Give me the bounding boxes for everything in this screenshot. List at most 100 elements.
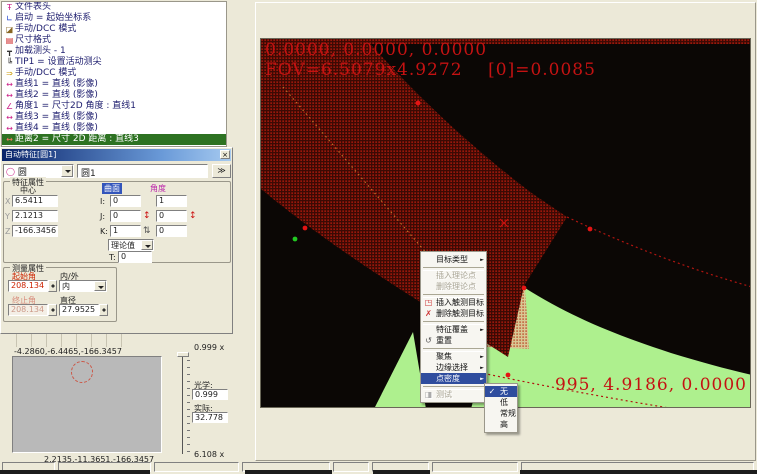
dialog-title[interactable]: 自动特征[圆1] [2,149,231,161]
inout-combo[interactable]: 内 [59,280,107,292]
j-field[interactable]: 0 [110,210,141,222]
dimension-tool-icon[interactable] [231,95,251,110]
end-angle-spinner[interactable] [48,304,57,316]
camera-tool-icon[interactable] [32,334,47,347]
start-angle-spinner[interactable] [48,280,57,292]
graphics-tool-icon[interactable] [427,421,444,439]
graphics-tool-icon[interactable] [274,421,291,439]
start-point-marker[interactable] [293,237,298,242]
submenu-item[interactable]: 常规 [485,408,517,419]
context-menu-item[interactable]: 聚焦 ► [421,351,486,362]
submenu-item[interactable]: ✓ 无 [485,386,517,397]
graphics-tool-icon[interactable] [291,421,308,439]
dimension-tool-icon[interactable] [231,260,251,275]
dimension-tool-icon[interactable] [231,110,251,125]
tree-item[interactable]: ⇒ 手动/DCC 模式 [2,68,226,79]
expand-dialog-button[interactable]: ≫ [212,164,231,178]
tree-item[interactable]: ∟ 启动 = 起始坐标系 [2,13,226,24]
option-icon[interactable] [56,319,68,331]
option-icon[interactable] [169,319,181,331]
center-y-field[interactable]: 2.1213 [12,210,58,222]
graphics-tool-icon[interactable] [393,421,410,439]
submenu-item[interactable]: 高 [485,419,517,430]
actual-value-field[interactable]: 32.778 [192,412,228,423]
point-marker[interactable] [416,101,421,106]
dimension-tool-icon[interactable] [231,155,251,170]
camera-tool-icon[interactable] [47,334,62,347]
tree-item[interactable]: ↔ 距离2 = 尺寸 2D 距离 : 直线3 [2,134,226,145]
edit-icon[interactable] [6,240,18,252]
surface-label[interactable]: 曲面 [102,183,122,194]
dimension-tool-icon[interactable] [231,200,251,215]
edit-icon[interactable] [19,240,31,252]
graphics-tool-icon[interactable] [257,421,274,439]
angle2-field[interactable]: 0 [156,210,187,222]
option-icon[interactable] [121,319,133,331]
tree-item[interactable]: ↔ 直线1 = 直线 (影像) [2,79,226,90]
magnification-slider[interactable] [180,354,190,454]
option-icon[interactable] [43,319,55,331]
graphics-tool-icon[interactable] [342,421,359,439]
tree-item[interactable]: ↔ 直线3 = 直线 (影像) [2,112,226,123]
end-angle-field[interactable]: 208.134 [8,304,48,316]
dimension-tool-icon[interactable] [231,125,251,140]
dimension-tool-icon[interactable] [231,50,251,65]
camera-live-view[interactable] [12,356,162,453]
dimension-tool-icon[interactable] [231,215,251,230]
slider-handle[interactable] [177,352,189,357]
graphics-tool-icon[interactable] [410,421,427,439]
dimension-tool-icon[interactable] [231,80,251,95]
i-field[interactable]: 0 [110,195,141,207]
tree-item[interactable]: ◪ 手动/DCC 模式 [2,24,226,35]
context-menu-item[interactable]: ◨ 测试 ► [421,389,486,400]
dimension-tool-icon[interactable] [231,65,251,80]
dimension-tool-icon[interactable] [231,185,251,200]
dimension-tool-icon[interactable] [231,245,251,260]
option-icon[interactable] [95,319,107,331]
graphics-tool-icon[interactable] [308,421,325,439]
dimension-tool-icon[interactable] [231,5,251,20]
option-icon[interactable] [108,319,120,331]
context-menu-item[interactable]: 特征覆盖 ► [421,324,486,335]
camera-tool-icon[interactable] [77,334,92,347]
point-marker[interactable] [588,227,593,232]
start-angle-field[interactable]: 208.134 [8,280,48,292]
tree-item[interactable]: ┳ 加载测头 - 1 [2,46,226,57]
context-menu-item[interactable]: ◳ 插入触测目标 ► [421,297,486,308]
option-icon[interactable] [17,319,29,331]
camera-tool-icon[interactable] [92,334,107,347]
step-vector-icon[interactable]: ⇅ [143,226,151,236]
graphics-tool-icon[interactable] [359,421,376,439]
combo-dropdown-button[interactable] [141,240,153,250]
camera-tool-icon[interactable] [2,334,17,347]
tree-item[interactable]: ∠ 角度1 = 尺寸2D 角度 : 直线1 [2,101,226,112]
tree-item[interactable]: ↔ 直线4 = 直线 (影像) [2,123,226,134]
tree-item[interactable]: ↔ 直线2 = 直线 (影像) [2,90,226,101]
dialog-close-button[interactable]: × [220,150,230,159]
camera-tool-icon[interactable] [107,334,122,347]
combo-dropdown-button[interactable] [94,281,106,291]
graphics-viewport[interactable]: 0.0000, 0.0000, 0.0000 FOV=6.5079x4.9272… [260,38,751,408]
dimension-tool-icon[interactable] [231,20,251,35]
context-menu-item[interactable]: 插入理论点 ► [421,270,486,281]
feature-type-combo[interactable]: ◯ 圆 [3,164,74,178]
angle1-field[interactable]: 1 [156,195,187,207]
camera-tool-icon[interactable] [62,334,77,347]
option-icon[interactable] [153,319,165,331]
diameter-spinner[interactable] [99,304,108,316]
context-menu-item[interactable]: ✗ 删除触测目标 ► [421,308,486,319]
option-icon[interactable] [30,319,42,331]
diameter-field[interactable]: 27.9525 [59,304,99,316]
dimension-tool-icon[interactable] [231,275,251,290]
option-icon[interactable] [4,319,16,331]
graphics-tool-icon[interactable] [461,421,478,439]
swap-angle-icon[interactable]: ↕ [189,211,197,221]
submenu-item[interactable]: 低 [485,397,517,408]
point-marker[interactable] [303,226,308,231]
swap-vector-icon[interactable]: ↕ [143,211,151,221]
edit-icon[interactable] [32,240,44,252]
graphics-tool-icon[interactable] [376,421,393,439]
point-marker[interactable] [506,373,511,378]
context-menu-item[interactable]: 目标类型 ► [421,254,486,265]
camera-tool-icon[interactable] [17,334,32,347]
